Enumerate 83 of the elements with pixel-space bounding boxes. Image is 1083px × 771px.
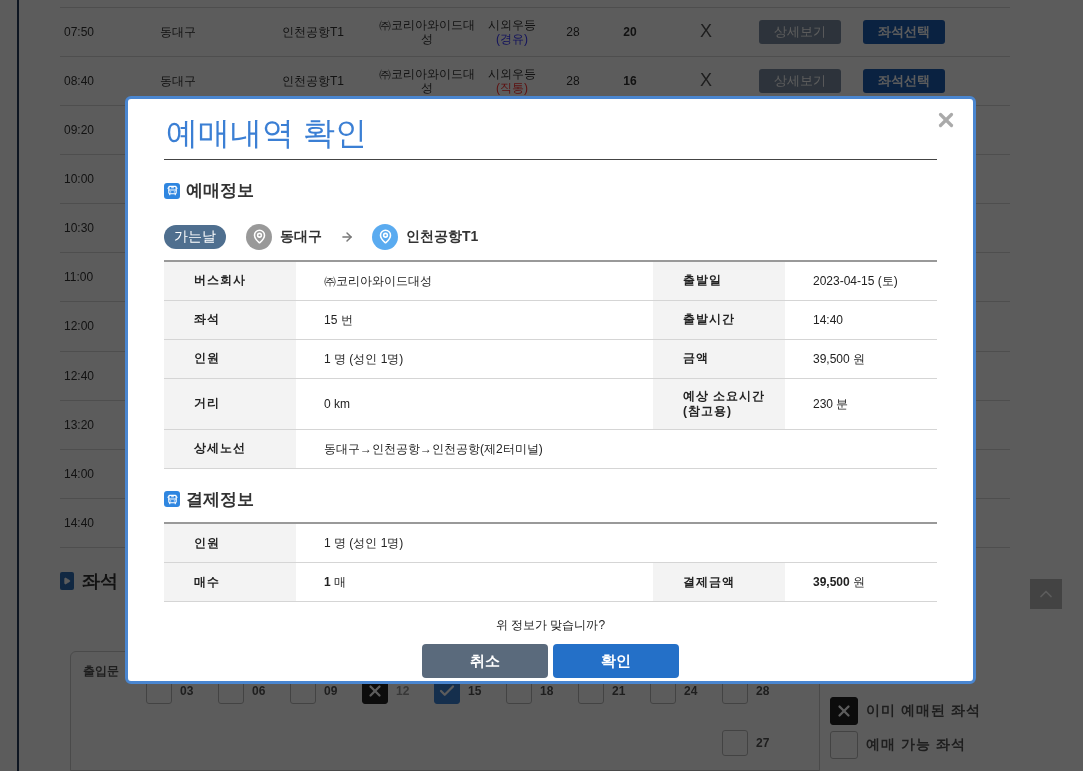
unavailable-mark: X bbox=[699, 69, 713, 93]
section-heading: 결제정보 bbox=[186, 488, 254, 511]
select-seat-button[interactable]: 좌석선택 bbox=[863, 19, 945, 44]
info-value: 39,500 원 bbox=[813, 350, 866, 368]
info-value: 230 분 bbox=[813, 395, 849, 413]
seat-number: 21 bbox=[612, 682, 626, 700]
remaining-seats: 16 bbox=[599, 71, 661, 90]
departure-time: 12:40 bbox=[63, 367, 96, 385]
total-seats: 28 bbox=[547, 71, 599, 90]
departure-terminal: 동대구 bbox=[160, 72, 197, 90]
confirm-button[interactable]: 확인 bbox=[553, 644, 679, 678]
departure-time: 13:20 bbox=[63, 416, 96, 434]
info-label: 예상 소요시간 (참고용) bbox=[653, 378, 785, 429]
departure-time: 12:00 bbox=[63, 318, 96, 336]
remaining-seats: 20 bbox=[599, 22, 661, 41]
info-label: 좌석 bbox=[164, 300, 296, 339]
info-label: 거리 bbox=[164, 378, 296, 429]
seat-number: 24 bbox=[684, 682, 698, 700]
info-value: 14:40 bbox=[813, 311, 844, 329]
info-label: 결제금액 bbox=[653, 563, 785, 601]
seat-number: 06 bbox=[252, 682, 266, 700]
info-label: 인원 bbox=[164, 339, 296, 378]
info-label: 출발일 bbox=[653, 261, 785, 300]
pin-icon bbox=[246, 223, 272, 250]
departure-time: 14:00 bbox=[63, 465, 96, 483]
arrival-terminal: 인천공항T1 bbox=[282, 72, 345, 90]
section-heading: 좌석 bbox=[82, 569, 118, 593]
door-label: 출입문 bbox=[83, 663, 119, 678]
departure-time: 10:00 bbox=[63, 171, 96, 189]
legend-label: 예매 가능 좌석 bbox=[866, 735, 966, 755]
info-value: 2023-04-15 (토) bbox=[813, 272, 898, 290]
legend-label: 이미 예매된 좌석 bbox=[866, 701, 981, 721]
info-label: 상세노선 bbox=[164, 429, 296, 468]
play-icon bbox=[60, 572, 74, 591]
seat-number: 18 bbox=[540, 682, 554, 700]
seat-number: 27 bbox=[756, 734, 770, 752]
info-value: 동대구→인천공항→인천공항(제2터미널) bbox=[324, 440, 543, 458]
direction-badge: 가는날 bbox=[164, 224, 226, 249]
info-label: 버스회사 bbox=[164, 261, 296, 300]
info-label: 인원 bbox=[164, 524, 296, 562]
seat-number: 09 bbox=[324, 682, 338, 700]
info-label: 매수 bbox=[164, 563, 296, 601]
destination-terminal: 인천공항T1 bbox=[406, 227, 479, 246]
info-value: 1 명 (성인 1명) bbox=[324, 350, 404, 368]
pin-icon bbox=[372, 223, 398, 250]
route-type: (경유) bbox=[496, 31, 528, 46]
seat-number: 15 bbox=[468, 682, 482, 700]
departure-time: 10:30 bbox=[63, 220, 96, 238]
info-value: 1 매 bbox=[324, 574, 347, 591]
departure-terminal: 동대구 bbox=[160, 23, 197, 41]
route-type: (직통) bbox=[496, 80, 528, 95]
seat-number: 28 bbox=[756, 682, 770, 700]
bus-icon bbox=[164, 182, 180, 199]
info-label: 출발시간 bbox=[653, 300, 785, 339]
departure-time: 07:50 bbox=[63, 23, 96, 41]
legend-swatch bbox=[830, 696, 858, 725]
confirm-question: 위 정보가 맞습니까? bbox=[494, 617, 607, 634]
origin-terminal: 동대구 bbox=[280, 227, 322, 246]
departure-time: 09:20 bbox=[63, 122, 96, 139]
select-seat-button[interactable]: 좌석선택 bbox=[863, 68, 945, 93]
bus-company: ㈜코리아와이드대성 bbox=[378, 17, 476, 46]
info-value: 0 km bbox=[324, 395, 350, 413]
arrival-terminal: 인천공항T1 bbox=[282, 23, 345, 41]
cancel-button[interactable]: 취소 bbox=[422, 644, 548, 678]
departure-time: 11:00 bbox=[63, 269, 95, 287]
bus-grade: 시외우등 bbox=[488, 17, 536, 32]
departure-time: 14:40 bbox=[63, 514, 96, 532]
departure-time: 08:40 bbox=[63, 72, 96, 90]
dialog-title: 예매내역 확인 bbox=[164, 111, 937, 160]
bus-grade: 시외우등 bbox=[488, 66, 536, 81]
seat-number: 03 bbox=[180, 682, 194, 700]
info-value: 1 명 (성인 1명) bbox=[324, 535, 404, 552]
seat-checkbox[interactable] bbox=[722, 729, 748, 756]
unavailable-mark: X bbox=[699, 20, 713, 44]
legend-swatch bbox=[830, 730, 858, 759]
info-label: 금액 bbox=[653, 339, 785, 378]
info-value: 15 번 bbox=[324, 311, 353, 329]
section-heading: 예매정보 bbox=[186, 180, 254, 202]
info-value: 39,500 원 bbox=[813, 574, 866, 591]
bus-company: ㈜코리아와이드대성 bbox=[378, 66, 476, 95]
total-seats: 28 bbox=[547, 22, 599, 41]
info-value: ㈜코리아와이드대성 bbox=[324, 272, 432, 290]
bus-icon bbox=[164, 491, 180, 508]
